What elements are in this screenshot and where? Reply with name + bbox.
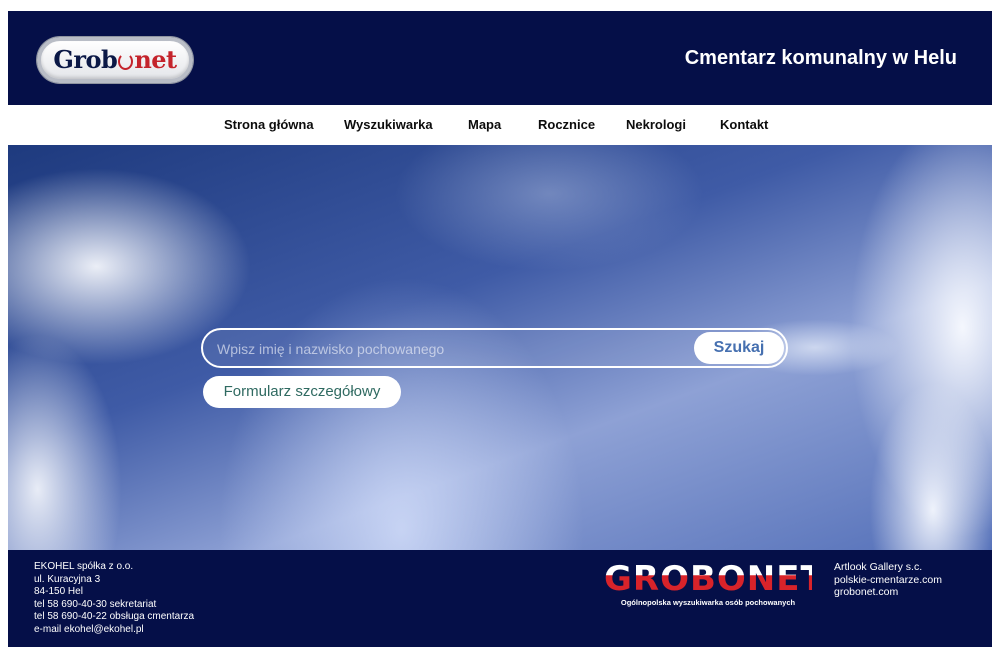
nav-item-contact[interactable]: Kontakt bbox=[720, 117, 768, 132]
address-street: ul. Kuracyjna 3 bbox=[34, 573, 101, 585]
footer-contact: EKOHEL spółka z o.o. ul. Kuracyjna 3 84-… bbox=[34, 561, 194, 636]
site-title: Cmentarz komunalny w Helu bbox=[684, 47, 957, 69]
nav-item-anniversaries[interactable]: Rocznice bbox=[538, 117, 595, 132]
address-city: 84-150 Hel bbox=[34, 586, 83, 597]
grobonet-logo[interactable]: Grob net bbox=[37, 37, 193, 83]
footer-credits: Artlook Gallery s.c. polskie-cmentarze.c… bbox=[834, 561, 942, 599]
search-box: Szukaj bbox=[201, 328, 788, 368]
hero-sky-banner: Szukaj Formularz szczegółowy bbox=[8, 145, 992, 550]
logo-text-net: net bbox=[134, 45, 177, 74]
site-header: Grob net Cmentarz komunalny w Helu bbox=[8, 11, 992, 105]
contact-email[interactable]: e-mail ekohel@ekohel.pl bbox=[34, 624, 194, 637]
phone-secretariat: tel 58 690-40-30 sekretariat bbox=[34, 598, 157, 610]
detailed-form-button[interactable]: Formularz szczegółowy bbox=[203, 376, 401, 408]
nav-item-map[interactable]: Mapa bbox=[468, 117, 501, 132]
logo-text-grob: Grob bbox=[53, 45, 118, 74]
grobonet-brand-logo[interactable]: GROBONET Ogólnopolska wyszukiwarka osób … bbox=[604, 559, 825, 607]
grobonet-wordmark: GROBONET bbox=[604, 559, 825, 599]
company-name: EKOHEL spółka z o.o. bbox=[34, 561, 134, 572]
main-navigation: Strona główna Wyszukiwarka Mapa Rocznice… bbox=[8, 105, 992, 145]
phone-cemetery: tel 58 690-40-22 obsługa cmentarza bbox=[34, 611, 195, 622]
nav-item-search[interactable]: Wyszukiwarka bbox=[344, 117, 433, 132]
search-input[interactable] bbox=[215, 330, 689, 368]
link-grobonet[interactable]: grobonet.com bbox=[834, 586, 942, 599]
logo-ring-icon bbox=[118, 53, 134, 70]
link-polskie-cmentarze[interactable]: polskie-cmentarze.com bbox=[834, 574, 942, 587]
grobonet-tagline: Ogólnopolska wyszukiwarka osób pochowany… bbox=[620, 598, 796, 607]
site-footer: EKOHEL spółka z o.o. ul. Kuracyjna 3 84-… bbox=[8, 550, 992, 647]
search-button[interactable]: Szukaj bbox=[694, 332, 784, 364]
nav-item-obituaries[interactable]: Nekrologi bbox=[626, 117, 686, 132]
credit-artlook: Artlook Gallery s.c. bbox=[834, 561, 923, 573]
nav-item-home[interactable]: Strona główna bbox=[224, 117, 314, 132]
